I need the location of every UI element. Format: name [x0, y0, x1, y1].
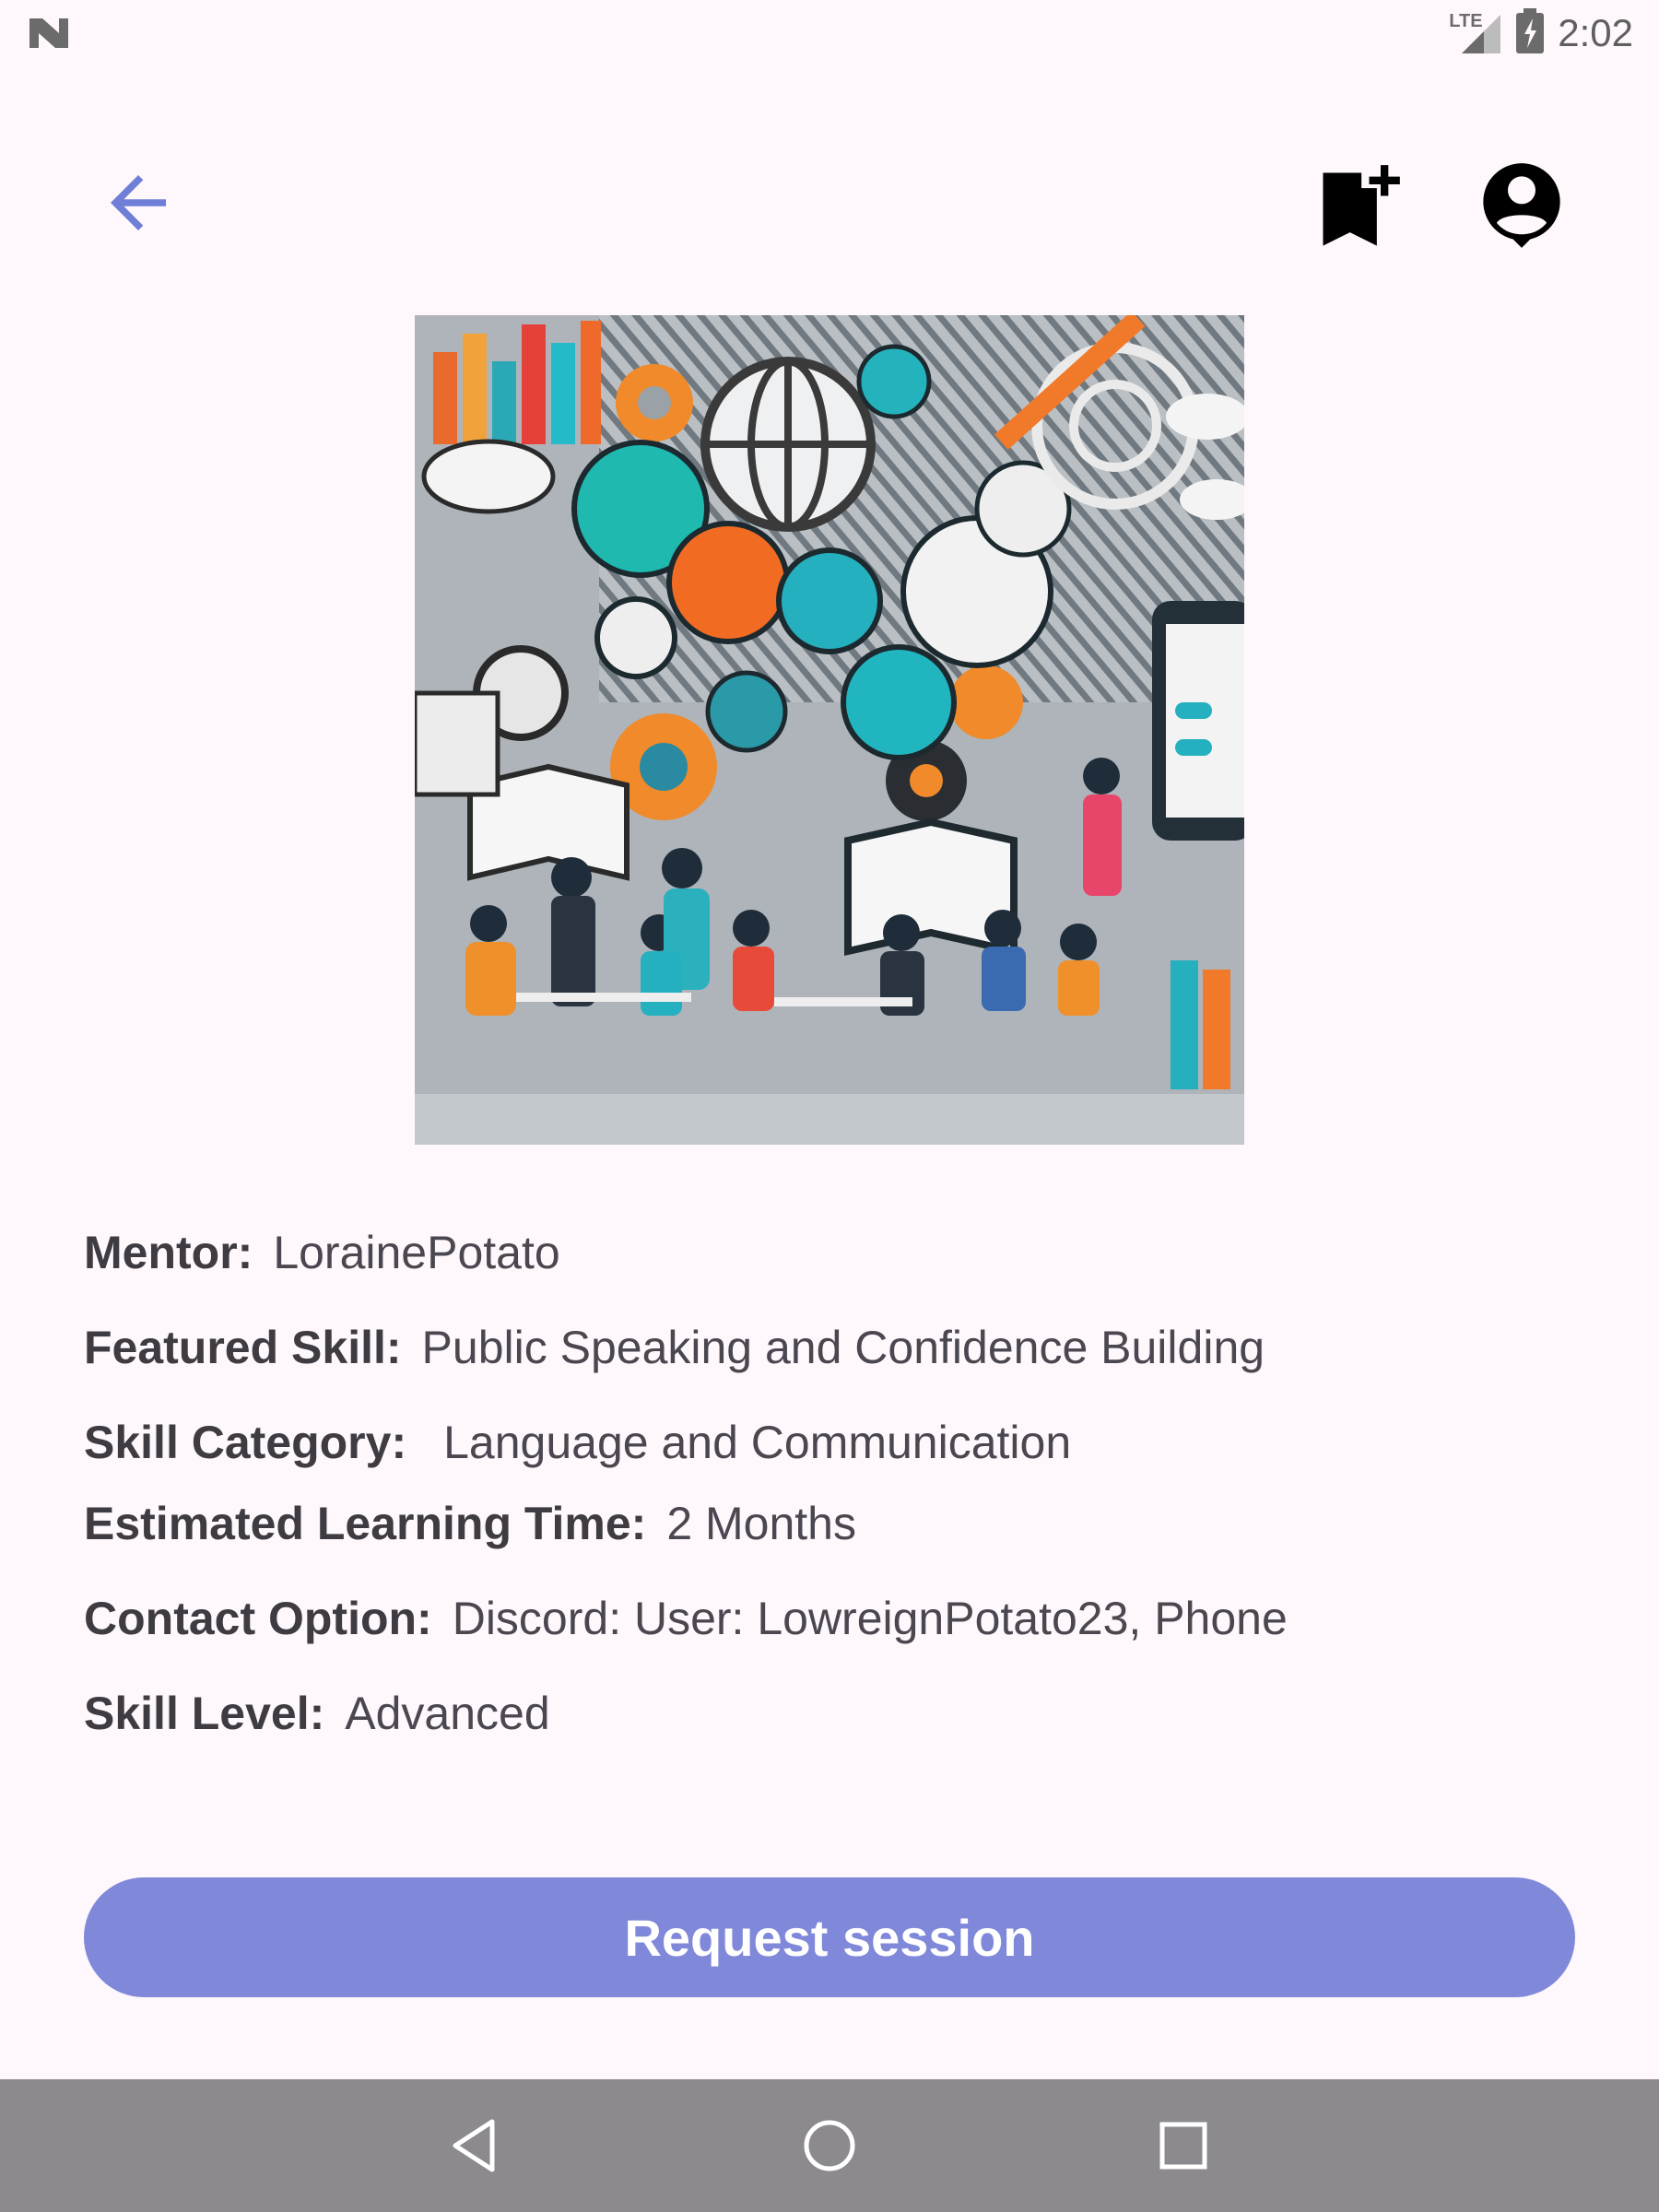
featured-skill-label: Featured Skill:	[84, 1322, 402, 1373]
system-navigation-bar	[0, 2079, 1659, 2212]
nav-home-button[interactable]	[783, 2100, 876, 2192]
learning-time-value: 2 Months	[666, 1498, 856, 1549]
top-app-bar	[0, 129, 1659, 276]
nav-back-button[interactable]	[429, 2100, 522, 2192]
bookmark-add-icon	[1323, 165, 1400, 246]
battery-charging-icon	[1515, 7, 1545, 59]
featured-skill-row: Featured Skill: Public Speaking and Confi…	[84, 1321, 1265, 1374]
contact-option-label: Contact Option:	[84, 1593, 432, 1644]
learning-time-label: Estimated Learning Time:	[84, 1498, 647, 1549]
request-session-button[interactable]: Request session	[84, 1877, 1575, 1997]
skill-category-row: Skill Category: Language and Communicatio…	[84, 1416, 1071, 1469]
arrow-back-icon	[111, 175, 166, 230]
skill-level-label: Skill Level:	[84, 1688, 325, 1739]
nav-home-icon	[804, 2120, 855, 2171]
featured-skill-value: Public Speaking and Confidence Building	[421, 1322, 1265, 1373]
contact-option-value: Discord: User: LowreignPotato23, Phone	[452, 1593, 1288, 1644]
nav-recents-button[interactable]	[1137, 2100, 1230, 2192]
skill-category-value: Language and Communication	[443, 1417, 1072, 1468]
nav-back-icon	[453, 2119, 495, 2172]
skill-level-value: Advanced	[345, 1688, 550, 1739]
bookmark-add-button[interactable]	[1307, 157, 1408, 258]
contact-option-row: Contact Option: Discord: User: LowreignPo…	[84, 1592, 1288, 1645]
status-bar: LTE 2:02	[0, 0, 1659, 66]
status-icons: LTE 2:02	[1449, 7, 1633, 59]
account-circle-icon	[1483, 163, 1560, 248]
skill-illustration-image	[415, 315, 1244, 1145]
learning-time-row: Estimated Learning Time: 2 Months	[84, 1497, 856, 1550]
skill-level-row: Skill Level: Advanced	[84, 1687, 550, 1740]
status-time: 2:02	[1558, 11, 1633, 54]
signal-icon: LTE	[1449, 11, 1502, 55]
skill-category-label: Skill Category:	[84, 1417, 407, 1468]
notification-n-icon	[28, 15, 72, 52]
mentor-value: LorainePotato	[273, 1227, 560, 1278]
mentor-row: Mentor: LorainePotato	[84, 1226, 560, 1279]
profile-button[interactable]	[1471, 155, 1572, 256]
back-button[interactable]	[83, 157, 194, 249]
nav-recents-icon	[1159, 2122, 1207, 2170]
mentor-label: Mentor:	[84, 1227, 253, 1278]
